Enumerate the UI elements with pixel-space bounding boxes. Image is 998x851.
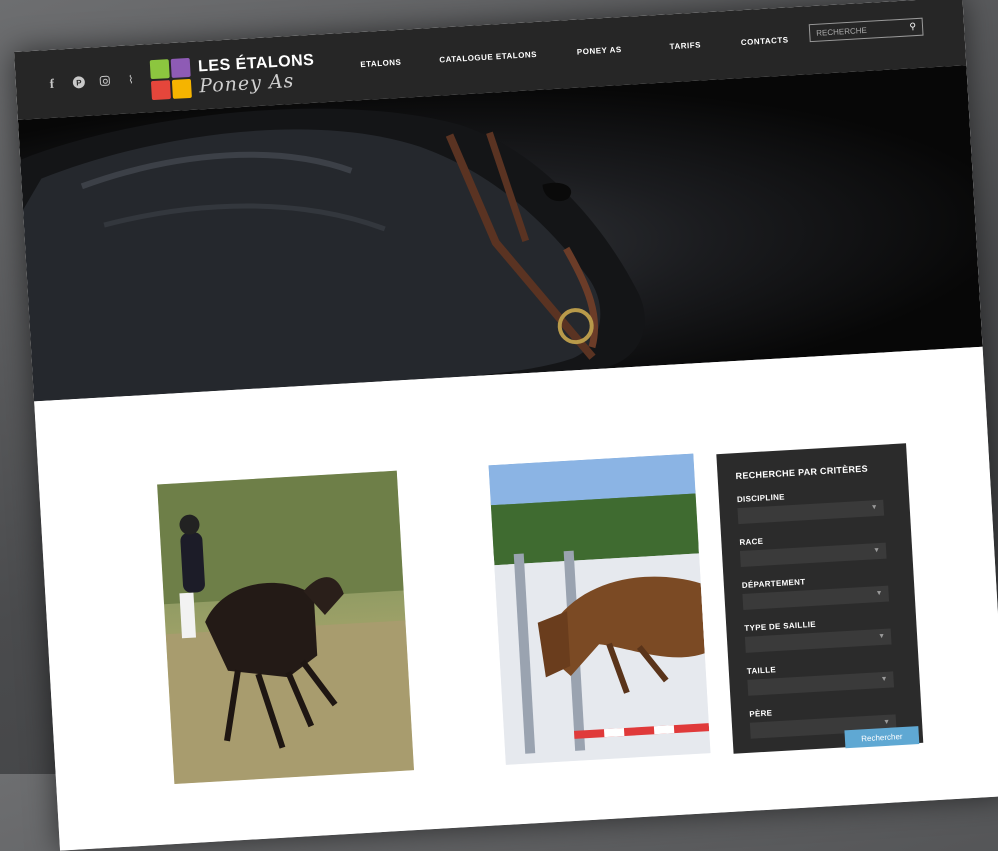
nav-item-catalogue-etalons[interactable]: CATALOGUE ETALONS <box>439 50 537 65</box>
logo-text: LES ÉTALONS Poney As <box>198 51 316 97</box>
social-links: f P ⌇ <box>46 73 138 91</box>
hero-horse-image <box>20 108 645 402</box>
chevron-down-icon: ▼ <box>873 546 881 555</box>
logo-subtitle: Poney As <box>198 69 295 97</box>
horse-photo-cross-country[interactable] <box>157 470 415 784</box>
logo-mark <box>149 57 192 101</box>
panel-title: RECHERCHE PAR CRITÈRES <box>735 463 869 482</box>
main-nav: ETALONS CATALOGUE ETALONS PONEY AS TARIF… <box>360 35 789 69</box>
nav-item-etalons[interactable]: ETALONS <box>360 58 402 69</box>
content-area: RECHERCHE PAR CRITÈRES DISCIPLINE ▼ RACE… <box>34 346 998 851</box>
rss-icon[interactable]: ⌇ <box>124 73 137 86</box>
select-discipline[interactable]: ▼ <box>737 499 885 525</box>
chevron-down-icon: ▼ <box>870 504 878 512</box>
logo-square-orange <box>171 78 192 99</box>
logo-square-green <box>149 59 170 80</box>
chevron-down-icon: ▼ <box>882 718 891 727</box>
nav-item-contacts[interactable]: CONTACTS <box>741 35 789 47</box>
select-race[interactable]: ▼ <box>739 542 887 568</box>
search-submit-button[interactable]: Rechercher <box>844 726 920 749</box>
facebook-icon[interactable]: f <box>46 76 59 91</box>
show-jumping-horse-image <box>488 453 711 765</box>
logo-square-red <box>150 80 171 101</box>
select-taille[interactable]: ▼ <box>747 671 895 696</box>
search-icon[interactable]: ⚲ <box>909 21 916 32</box>
website-page: f P ⌇ LES ÉTALONS Poney As ETALONS CATAL… <box>14 0 998 851</box>
chevron-down-icon: ▼ <box>877 632 886 641</box>
logo-square-purple <box>170 57 191 78</box>
select-type-de-saillie[interactable]: ▼ <box>744 628 892 653</box>
site-logo[interactable]: LES ÉTALONS Poney As <box>149 51 316 101</box>
search-box[interactable]: ⚲ <box>808 17 924 43</box>
pinterest-icon[interactable]: P <box>72 75 86 89</box>
chevron-down-icon: ▼ <box>875 589 883 598</box>
criteria-search-panel: RECHERCHE PAR CRITÈRES DISCIPLINE ▼ RACE… <box>716 443 924 754</box>
hero-banner <box>17 65 983 402</box>
select-departement[interactable]: ▼ <box>742 585 890 610</box>
chevron-down-icon: ▼ <box>880 675 888 684</box>
nav-item-tarifs[interactable]: TARIFS <box>669 40 701 51</box>
cross-country-horse-image <box>157 470 415 784</box>
nav-item-poney-as[interactable]: PONEY AS <box>577 45 622 57</box>
instagram-icon[interactable] <box>99 75 111 87</box>
search-input[interactable] <box>809 22 913 38</box>
horse-photo-show-jumping[interactable] <box>488 453 711 765</box>
